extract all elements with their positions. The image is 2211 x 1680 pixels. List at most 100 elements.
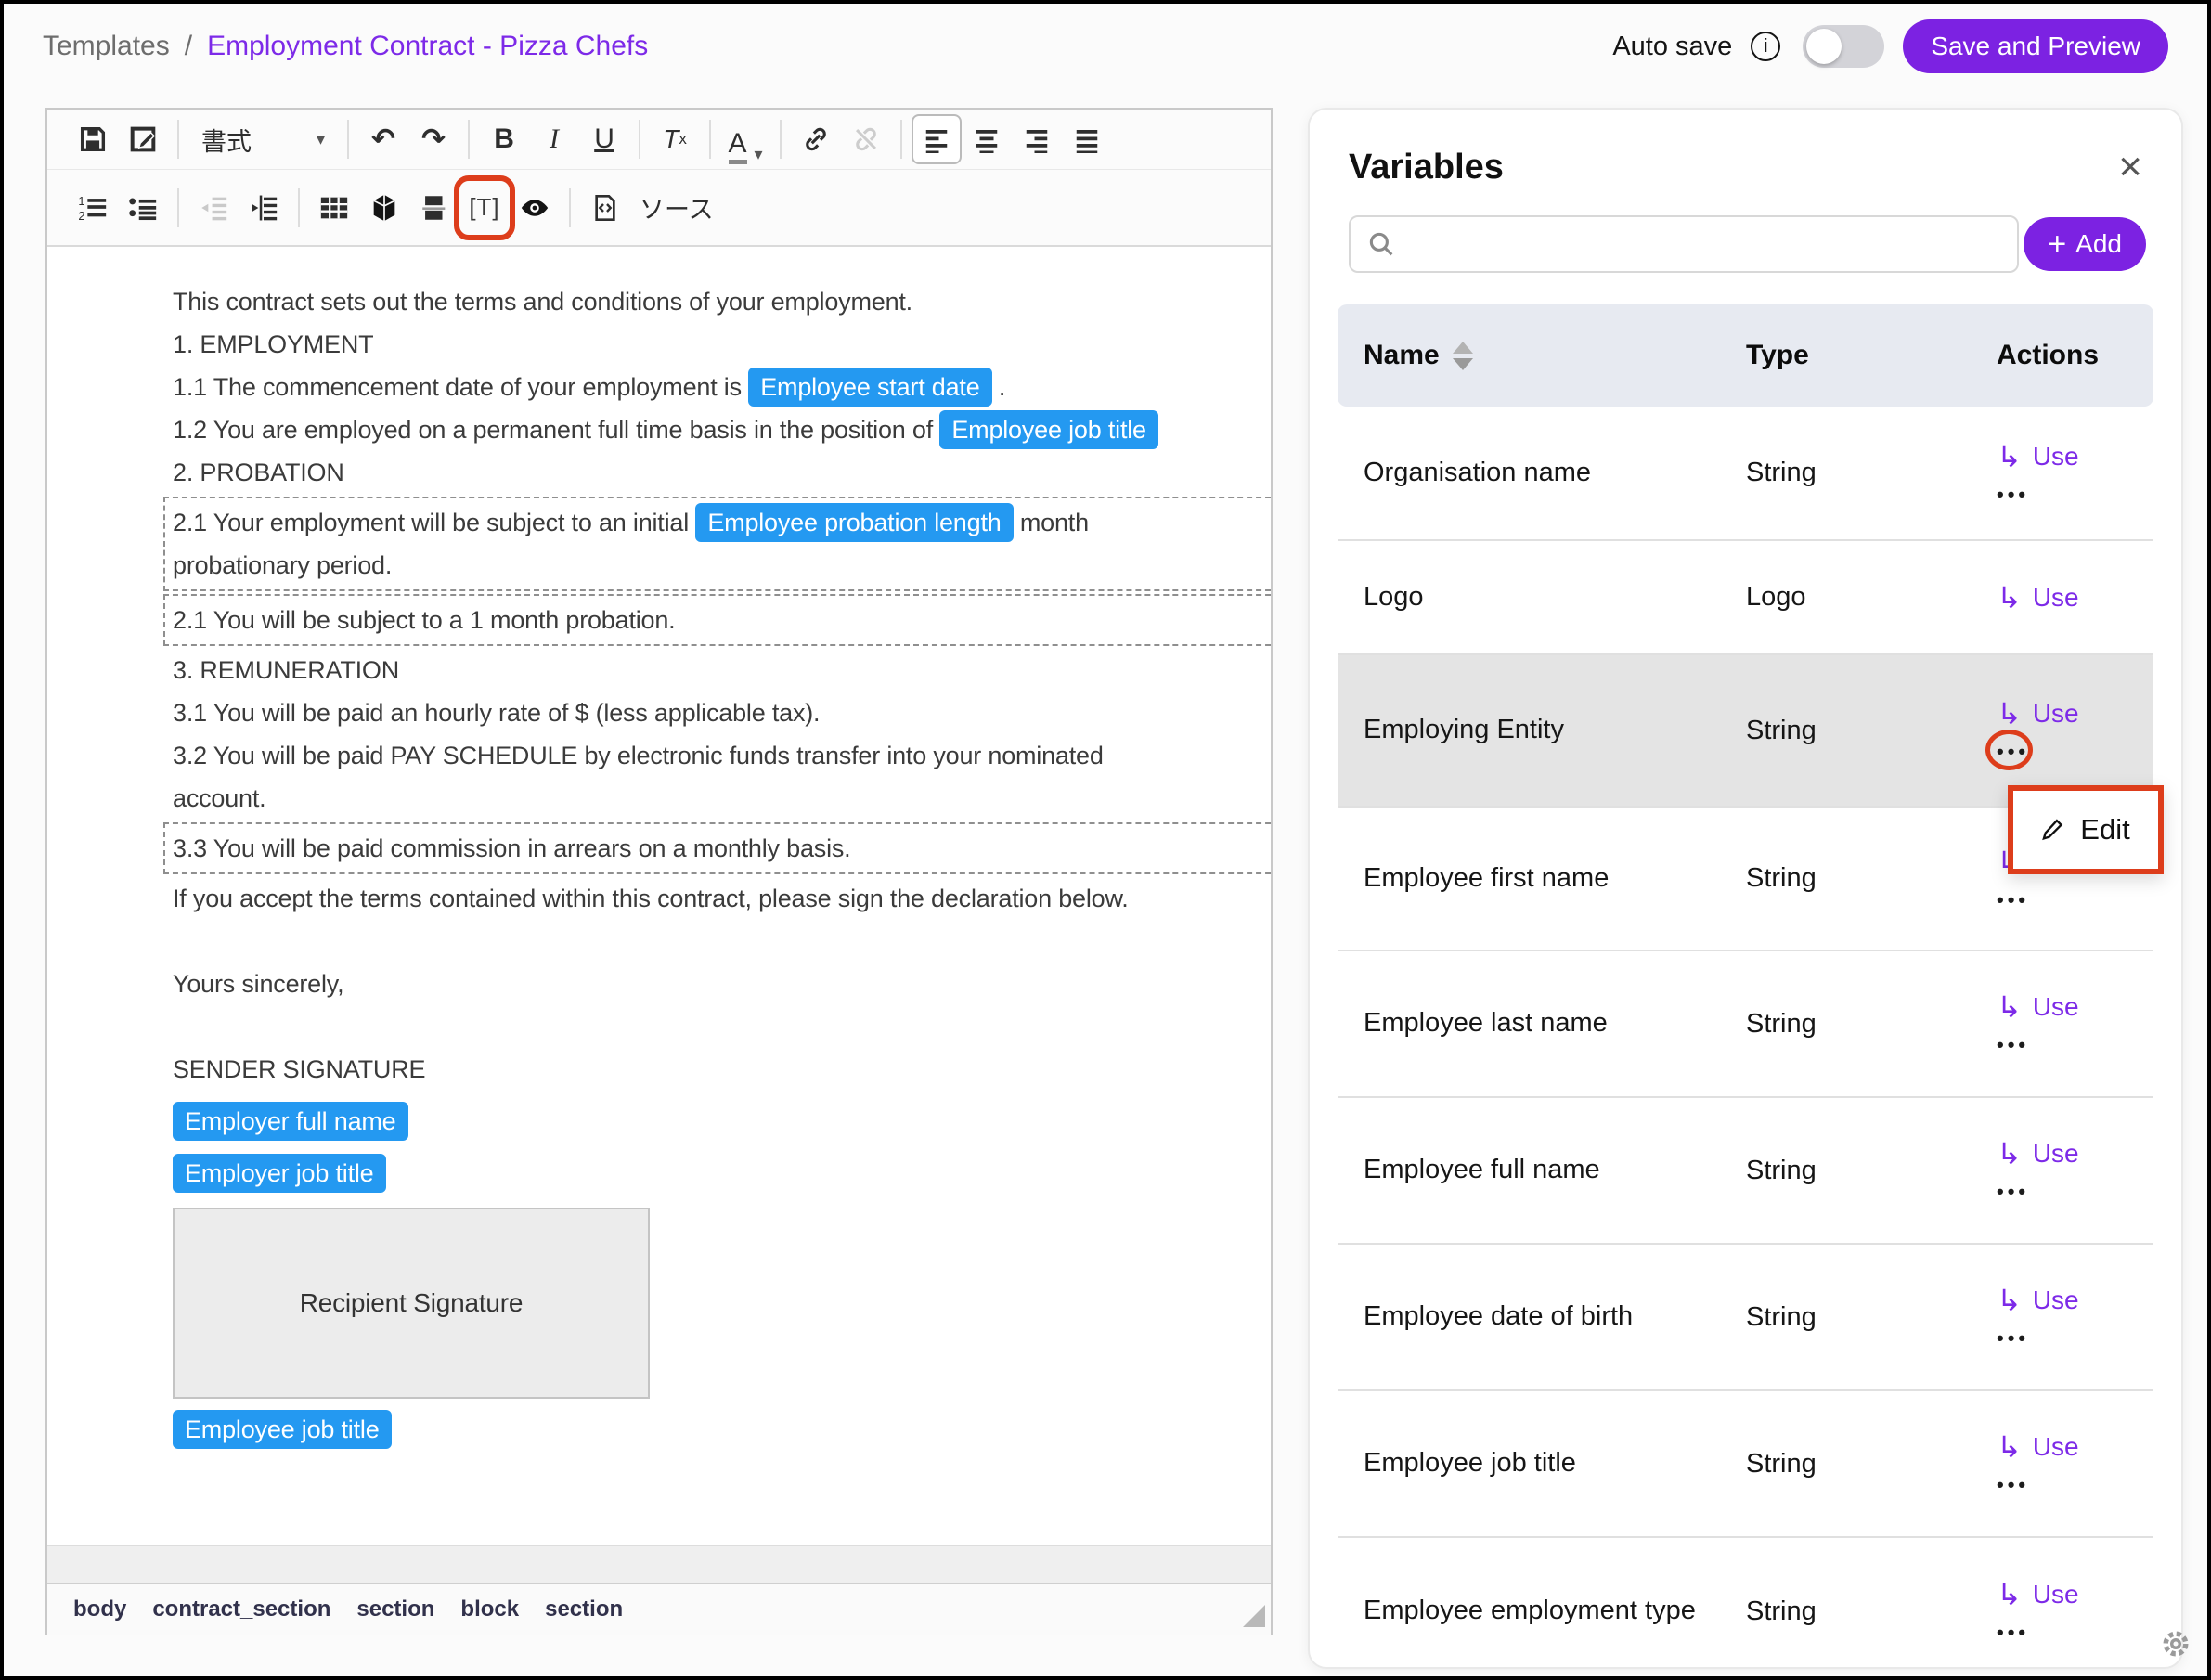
block-cube-icon[interactable] [359, 183, 409, 233]
variable-name: Logo [1338, 577, 1746, 618]
variable-actions: ↳Use ••• [1997, 1580, 2153, 1643]
contract-line: 2.1 Your employment will be subject to a… [173, 501, 1271, 544]
table-row[interactable]: LogoLogo↳Use [1338, 541, 2153, 655]
align-left-button[interactable] [912, 114, 962, 164]
add-variable-button[interactable]: + Add [2024, 217, 2146, 271]
row-menu-button[interactable]: ••• [1997, 1035, 2029, 1055]
use-button[interactable]: ↳Use [1997, 1432, 2153, 1462]
use-button[interactable]: ↳Use [1997, 1580, 2153, 1609]
variable-type: String [1746, 1156, 1997, 1186]
text-color-button[interactable]: A▾ [720, 114, 770, 164]
underline-button[interactable]: U [579, 114, 629, 164]
table-row[interactable]: Employee full nameString↳Use ••• [1338, 1098, 2153, 1245]
use-button[interactable]: ↳Use [1997, 992, 2153, 1022]
rich-text-editor: 書式 ▾ ↶ ↷ B I U Tx A▾ [45, 108, 1273, 1635]
link-icon[interactable] [791, 114, 841, 164]
info-icon[interactable]: i [1751, 32, 1780, 61]
row-menu-button[interactable]: ••• [1997, 1182, 2029, 1202]
source-icon[interactable] [580, 183, 630, 233]
bullet-list-icon[interactable] [118, 183, 168, 233]
variable-type: String [1746, 863, 1997, 894]
variable-type: String [1746, 716, 1997, 746]
insert-variable-button[interactable]: [T] [459, 183, 510, 233]
redo-icon[interactable]: ↷ [408, 114, 459, 164]
table-row[interactable]: Organisation nameString↳Use••• [1338, 407, 2153, 541]
align-right-button[interactable] [1012, 114, 1062, 164]
contract-line: 2. PROBATION [173, 451, 1271, 494]
resize-handle[interactable] [1243, 1605, 1265, 1627]
use-button[interactable]: ↳ Use [1997, 442, 2153, 472]
horizontal-scrollbar[interactable] [47, 1545, 1271, 1583]
variable-chip[interactable]: Employee job title [173, 1410, 392, 1449]
table-row[interactable]: Employee date of birthString↳Use••• [1338, 1245, 2153, 1391]
autosave-toggle[interactable] [1803, 25, 1884, 68]
save-icon[interactable] [68, 114, 118, 164]
row-menu-button[interactable]: ••• [1997, 742, 2029, 762]
use-arrow-icon: ↳ [1997, 442, 2022, 472]
remove-format-button[interactable]: Tx [650, 114, 700, 164]
path-item[interactable]: block [460, 1596, 519, 1622]
variable-chip[interactable]: Employer full name [173, 1102, 408, 1141]
row-menu-button[interactable]: ••• [1997, 1622, 2029, 1643]
indent-icon[interactable] [239, 183, 289, 233]
editable-section[interactable]: 3.3 You will be paid commission in arrea… [163, 822, 1271, 874]
italic-button[interactable]: I [529, 114, 579, 164]
editor-content[interactable]: This contract sets out the terms and con… [47, 247, 1271, 1545]
save-and-preview-button[interactable]: Save and Preview [1903, 19, 2168, 73]
close-icon[interactable]: × [2118, 147, 2142, 187]
path-item[interactable]: contract_section [152, 1596, 330, 1622]
use-button[interactable]: ↳Use [1997, 1286, 2153, 1315]
bold-button[interactable]: B [479, 114, 529, 164]
use-label: Use [2033, 583, 2079, 613]
path-item[interactable]: section [545, 1596, 623, 1622]
variable-name: Employee full name [1338, 1150, 1746, 1191]
variable-chip[interactable]: Employer job title [173, 1154, 386, 1193]
row-menu-button[interactable]: ••• [1997, 1475, 2029, 1495]
unlink-icon [841, 114, 891, 164]
use-arrow-icon: ↳ [1997, 1139, 2022, 1169]
use-label: Use [2033, 442, 2079, 472]
breadcrumb-templates[interactable]: Templates [43, 31, 170, 62]
breadcrumb-current[interactable]: Employment Contract - Pizza Chefs [207, 31, 648, 62]
format-dropdown[interactable]: 書式 ▾ [188, 122, 338, 158]
align-center-button[interactable] [962, 114, 1012, 164]
table-header: Name Type Actions [1338, 304, 2153, 407]
editable-section[interactable]: 2.1 You will be subject to a 1 month pro… [163, 594, 1271, 646]
table-icon[interactable] [309, 183, 359, 233]
variable-chip[interactable]: Employee start date [748, 368, 991, 407]
table-row[interactable]: Employee last nameString↳Use••• [1338, 951, 2153, 1098]
variables-table: Name Type Actions Organisation nameStrin… [1338, 304, 2153, 1669]
variable-type: String [1746, 1449, 1997, 1480]
table-row[interactable]: Employee job titleString↳Use••• [1338, 1391, 2153, 1538]
new-template-icon[interactable] [118, 114, 168, 164]
edit-menu[interactable]: Edit [2008, 785, 2164, 874]
search-input[interactable] [1349, 215, 2019, 273]
source-label[interactable]: ソース [640, 189, 714, 226]
variable-type: String [1746, 1009, 1997, 1040]
use-label: Use [2033, 699, 2079, 729]
path-item[interactable]: section [356, 1596, 434, 1622]
variable-chip[interactable]: Employee probation length [695, 503, 1013, 542]
variable-chip[interactable]: Employee job title [939, 410, 1158, 449]
section-break-icon[interactable] [409, 183, 459, 233]
recipient-signature-box[interactable]: Recipient Signature [173, 1208, 650, 1399]
variable-type: String [1746, 458, 1997, 488]
numbered-list-icon[interactable]: 12 [68, 183, 118, 233]
use-arrow-icon: ↳ [1997, 699, 2022, 729]
edit-menu-label: Edit [2080, 813, 2129, 846]
preview-eye-icon[interactable] [510, 183, 560, 233]
row-menu-button[interactable]: ••• [1997, 890, 2029, 911]
row-menu-button[interactable]: ••• [1997, 485, 2029, 505]
path-item[interactable]: body [73, 1596, 126, 1622]
row-menu-button[interactable]: ••• [1997, 1328, 2029, 1349]
undo-icon[interactable]: ↶ [358, 114, 408, 164]
gear-icon[interactable] [2159, 1627, 2192, 1665]
editable-section[interactable]: 2.1 Your employment will be subject to a… [163, 497, 1271, 591]
use-button[interactable]: ↳Use [1997, 1139, 2153, 1169]
use-button[interactable]: ↳ Use [1997, 699, 2153, 729]
table-row[interactable]: Employee employment typeString↳Use••• [1338, 1538, 2153, 1669]
sort-icon[interactable] [1453, 342, 1473, 370]
justify-button[interactable] [1062, 114, 1112, 164]
column-header-name[interactable]: Name [1338, 340, 1746, 371]
use-button[interactable]: ↳Use [1997, 583, 2153, 613]
